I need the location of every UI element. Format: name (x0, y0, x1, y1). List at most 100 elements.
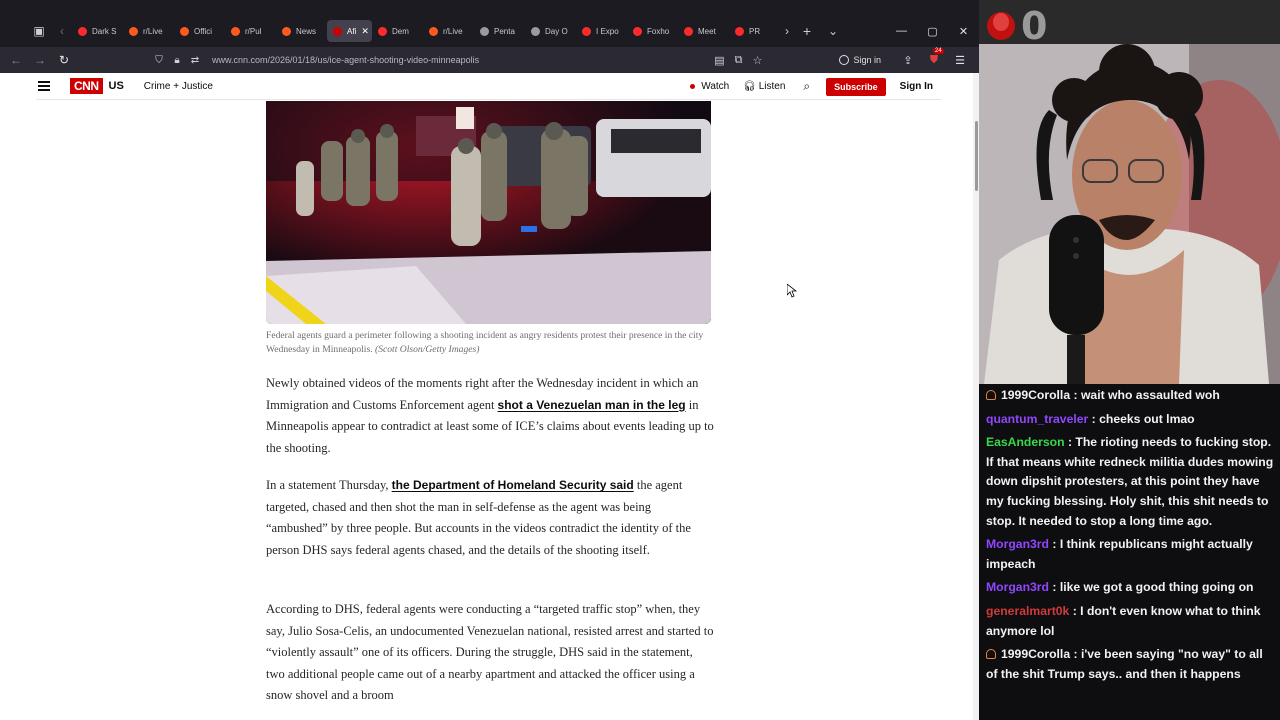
subscribe-button[interactable]: Subscribe (826, 77, 886, 96)
permissions-icon[interactable]: ⇄ (186, 55, 204, 66)
header-actions: Watch 🎧︎ Listen ⌕ Subscribe Sign In (690, 73, 941, 100)
chat-separator: : (1048, 580, 1060, 595)
chat-username[interactable]: EasAnderson (986, 435, 1065, 449)
section-crime-justice-link[interactable]: Crime + Justice (144, 81, 213, 92)
new-tab-icon[interactable]: + (794, 23, 820, 39)
bookmark-star-icon[interactable]: ☆ (748, 54, 767, 67)
browser-tab[interactable]: r/Pul (225, 20, 276, 42)
article-photo[interactable] (266, 101, 711, 324)
chat-separator: : (1070, 388, 1081, 402)
listen-button[interactable]: 🎧︎ Listen (743, 81, 785, 92)
maximize-icon[interactable]: ▢ (917, 25, 948, 38)
browser-tab[interactable]: Dem (372, 20, 423, 42)
article-paragraph-1: Newly obtained videos of the moments rig… (266, 373, 714, 459)
account-sign-in-button[interactable]: Sign in (839, 55, 881, 65)
forward-icon[interactable]: → (28, 53, 52, 67)
scroll-tabs-left-icon[interactable]: ‹ (52, 24, 72, 38)
chat-message: 1999Corolla : wait who assaulted woh (986, 386, 1274, 406)
reader-view-icon[interactable]: ▤ (710, 54, 729, 67)
browser-tab[interactable]: Meet (678, 20, 729, 42)
dhs-said-link[interactable]: the Department of Homeland Security said (392, 478, 634, 492)
browser-tab[interactable]: Dark S (72, 20, 123, 42)
browser-tab[interactable]: I Expo (576, 20, 627, 42)
stream-overlay: 0 1999Corolla : wait who assaulted woh qu… (979, 0, 1280, 720)
chat-message: Morgan3rd : I think republicans might ac… (986, 535, 1274, 574)
extension-shield-icon[interactable]: ⛊ 24 (921, 47, 947, 67)
browser-tab[interactable]: Day O (525, 20, 576, 42)
sign-in-link[interactable]: Sign In (900, 81, 933, 92)
chat-username[interactable]: 1999Corolla (1001, 388, 1070, 402)
tab-favicon-icon (180, 26, 189, 36)
browser-tab[interactable]: r/Live (123, 20, 174, 42)
browser-tab[interactable]: Offici (174, 20, 225, 42)
back-icon[interactable]: ← (4, 53, 28, 67)
tab-title: Dark S (92, 26, 117, 36)
browser-tab[interactable]: News (276, 20, 327, 42)
chat-message: generalmart0k : I don't even know what t… (986, 602, 1274, 641)
chat-separator: : (1069, 603, 1081, 618)
tab-favicon-icon (78, 26, 87, 36)
chat-username[interactable]: Morgan3rd (986, 580, 1049, 594)
url-bar[interactable]: ⛉ 🔒︎ ⇄ www.cnn.com/2026/01/18/us/ice-age… (150, 50, 770, 70)
minimize-icon[interactable]: — (886, 25, 917, 37)
chat-username[interactable]: Morgan3rd (986, 537, 1049, 551)
search-icon[interactable]: ⌕ (803, 79, 810, 94)
list-tabs-icon[interactable]: ⌄ (820, 24, 846, 38)
chat-username[interactable]: 1999Corolla (1001, 647, 1070, 661)
chat-username[interactable]: generalmart0k (986, 604, 1069, 618)
tab-title: r/Live (443, 26, 463, 36)
extensions-icon[interactable]: ⇪ (895, 54, 921, 67)
webcam-feed: 0 (979, 0, 1280, 384)
chat-text: like we got a good thing going on (1059, 580, 1254, 595)
tab-overview-icon[interactable]: ▣ (26, 24, 52, 38)
tab-title: Penta (494, 26, 515, 36)
chat-text: cheeks out lmao (1099, 411, 1195, 426)
browser-tab[interactable]: r/Live (423, 20, 474, 42)
toolbar-right: Sign in ⇪ ⛊ 24 ☰ (839, 47, 973, 70)
tracking-protection-icon[interactable]: ⛉ (150, 55, 168, 66)
shot-venezuelan-man-link[interactable]: shot a Venezuelan man in the leg (498, 398, 686, 412)
user-badge-icon (986, 390, 996, 400)
browser-tab[interactable]: PR (729, 20, 780, 42)
app-menu-icon[interactable]: ☰ (947, 54, 973, 67)
tab-favicon-icon (333, 26, 342, 36)
navigation-bar: ← → ↻ ⛉ 🔒︎ ⇄ www.cnn.com/2026/01/18/us/i… (0, 47, 979, 73)
article-paragraph-2: In a statement Thursday, the Department … (266, 475, 714, 561)
viewer-counter: 0 (1021, 4, 1048, 48)
chat-separator: : (1064, 435, 1076, 450)
reload-icon[interactable]: ↻ (52, 53, 76, 67)
watch-button[interactable]: Watch (690, 81, 729, 92)
scrollbar-thumb[interactable] (975, 121, 978, 191)
url-text[interactable]: www.cnn.com/2026/01/18/us/ice-agent-shoo… (212, 55, 479, 65)
chat-separator: : (1070, 647, 1081, 662)
chat-username[interactable]: quantum_traveler (986, 412, 1088, 426)
tab-title: r/Pul (245, 26, 262, 36)
scroll-tabs-right-icon[interactable]: › (780, 24, 794, 38)
close-tab-icon[interactable]: ✕ (361, 26, 369, 37)
mouse-cursor-icon (787, 284, 797, 298)
tab-title: Day O (545, 26, 568, 36)
tab-favicon-icon (582, 26, 591, 36)
tab-title: Foxho (647, 26, 670, 36)
chat-message: Morgan3rd : like we got a good thing goi… (986, 578, 1274, 598)
article-paragraph-3: According to DHS, federal agents were co… (266, 602, 714, 703)
chat-text: wait who assaulted woh (1080, 388, 1220, 402)
menu-icon[interactable] (38, 81, 52, 91)
browser-tab[interactable]: Penta (474, 20, 525, 42)
section-us-link[interactable]: US (109, 80, 124, 92)
cnn-header: CNN US Crime + Justice Watch 🎧︎ Listen ⌕… (36, 73, 941, 100)
web-page[interactable]: CNN US Crime + Justice Watch 🎧︎ Listen ⌕… (0, 73, 979, 720)
photo-scene (266, 101, 711, 324)
lock-icon[interactable]: 🔒︎ (168, 55, 186, 66)
headphones-icon: 🎧︎ (743, 81, 759, 92)
chat-panel: 1999Corolla : wait who assaulted woh quan… (979, 384, 1280, 720)
tab-favicon-icon (633, 26, 642, 36)
account-icon (839, 55, 850, 65)
tab-title: PR (749, 26, 761, 36)
tab-favicon-icon (282, 26, 291, 36)
cnn-logo[interactable]: CNN (70, 78, 103, 94)
close-window-icon[interactable]: ✕ (948, 25, 979, 38)
browser-tab[interactable]: Foxho (627, 20, 678, 42)
browser-tab[interactable]: Afi ✕ (327, 20, 372, 42)
pip-icon[interactable]: ⧉ (729, 54, 748, 67)
